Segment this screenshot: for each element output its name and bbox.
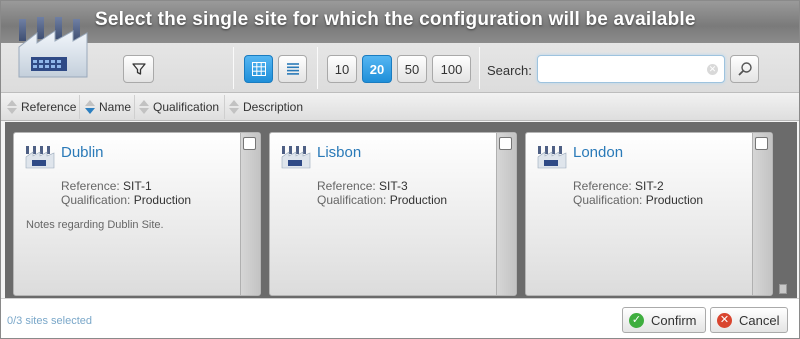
factory-icon — [281, 146, 311, 169]
search-icon — [737, 62, 752, 76]
site-reference: Reference: SIT-3 — [317, 179, 408, 193]
site-card-lisbon[interactable]: Lisbon Reference: SIT-3 Qualification: P… — [269, 132, 517, 296]
confirm-button[interactable]: ✓ Confirm — [622, 307, 706, 333]
dialog-footer: 0/3 sites selected ✓ Confirm ✕ Cancel — [1, 298, 799, 338]
site-card-london[interactable]: London Reference: SIT-2 Qualification: P… — [525, 132, 773, 296]
sort-name[interactable]: Name — [85, 93, 131, 121]
sort-bar: Reference Name Qualification Description — [1, 93, 799, 121]
selection-status: 0/3 sites selected — [7, 315, 92, 327]
search-button[interactable] — [730, 55, 759, 83]
search-field: ✕ — [537, 55, 725, 83]
cancel-label: Cancel — [739, 312, 780, 328]
factory-icon — [25, 146, 55, 169]
toolbar-separator — [479, 47, 480, 89]
sort-description[interactable]: Description — [229, 93, 303, 121]
search-input[interactable] — [542, 57, 702, 81]
filter-icon — [131, 63, 146, 75]
sort-arrows-icon — [139, 98, 149, 116]
card-scrollbar[interactable] — [496, 133, 516, 295]
site-selection-dialog: Select the single site for which the con… — [0, 0, 800, 339]
site-reference: Reference: SIT-2 — [573, 179, 664, 193]
check-icon: ✓ — [629, 312, 644, 328]
factory-icon — [18, 17, 88, 78]
sort-reference[interactable]: Reference — [7, 93, 76, 121]
site-qualification: Qualification: Production — [61, 193, 192, 207]
factory-icon — [537, 146, 567, 169]
select-checkbox[interactable] — [499, 137, 512, 150]
dialog-header: Select the single site for which the con… — [1, 1, 799, 93]
list-view-button[interactable] — [278, 55, 307, 83]
grid-view-button[interactable] — [244, 55, 273, 83]
sort-label: Description — [243, 100, 304, 114]
sort-arrows-icon — [85, 98, 95, 116]
search-label: Search: — [487, 63, 532, 78]
site-qualification: Qualification: Production — [573, 193, 704, 207]
page-size-100-button[interactable]: 100 — [432, 55, 471, 83]
sort-label: Qualification — [153, 100, 220, 114]
sort-label: Reference — [21, 100, 77, 114]
card-scrollbar[interactable] — [240, 133, 260, 295]
sort-divider — [79, 95, 80, 119]
site-qualification: Qualification: Production — [317, 193, 448, 207]
site-name[interactable]: Lisbon — [317, 144, 361, 161]
dialog-title: Select the single site for which the con… — [95, 9, 696, 30]
sort-label: Name — [99, 100, 132, 114]
close-icon: ✕ — [717, 312, 732, 328]
list-view-icon — [286, 63, 299, 75]
clear-search-icon[interactable]: ✕ — [707, 64, 718, 75]
select-checkbox[interactable] — [243, 137, 256, 150]
card-scrollbar[interactable] — [752, 133, 772, 295]
sort-divider — [134, 95, 135, 119]
page-size-10-button[interactable]: 10 — [327, 55, 357, 83]
confirm-label: Confirm — [651, 312, 697, 328]
sort-arrows-icon — [7, 98, 17, 116]
filter-button[interactable] — [123, 55, 154, 83]
sort-divider — [224, 95, 225, 119]
site-name[interactable]: London — [573, 144, 623, 161]
grid-scroll-thumb[interactable] — [779, 284, 787, 294]
sort-arrows-icon — [229, 98, 239, 116]
site-name[interactable]: Dublin — [61, 144, 104, 161]
site-grid: Dublin Reference: SIT-1 Qualification: P… — [5, 122, 797, 298]
site-notes: Notes regarding Dublin Site. — [26, 219, 164, 231]
page-size-20-button[interactable]: 20 — [362, 55, 392, 83]
select-checkbox[interactable] — [755, 137, 768, 150]
site-reference: Reference: SIT-1 — [61, 179, 152, 193]
toolbar-separator — [233, 47, 234, 89]
toolbar-separator — [317, 47, 318, 89]
cancel-button[interactable]: ✕ Cancel — [710, 307, 789, 333]
sort-qualification[interactable]: Qualification — [139, 93, 219, 121]
grid-view-icon — [251, 62, 266, 76]
site-card-dublin[interactable]: Dublin Reference: SIT-1 Qualification: P… — [13, 132, 261, 296]
page-size-50-button[interactable]: 50 — [397, 55, 427, 83]
